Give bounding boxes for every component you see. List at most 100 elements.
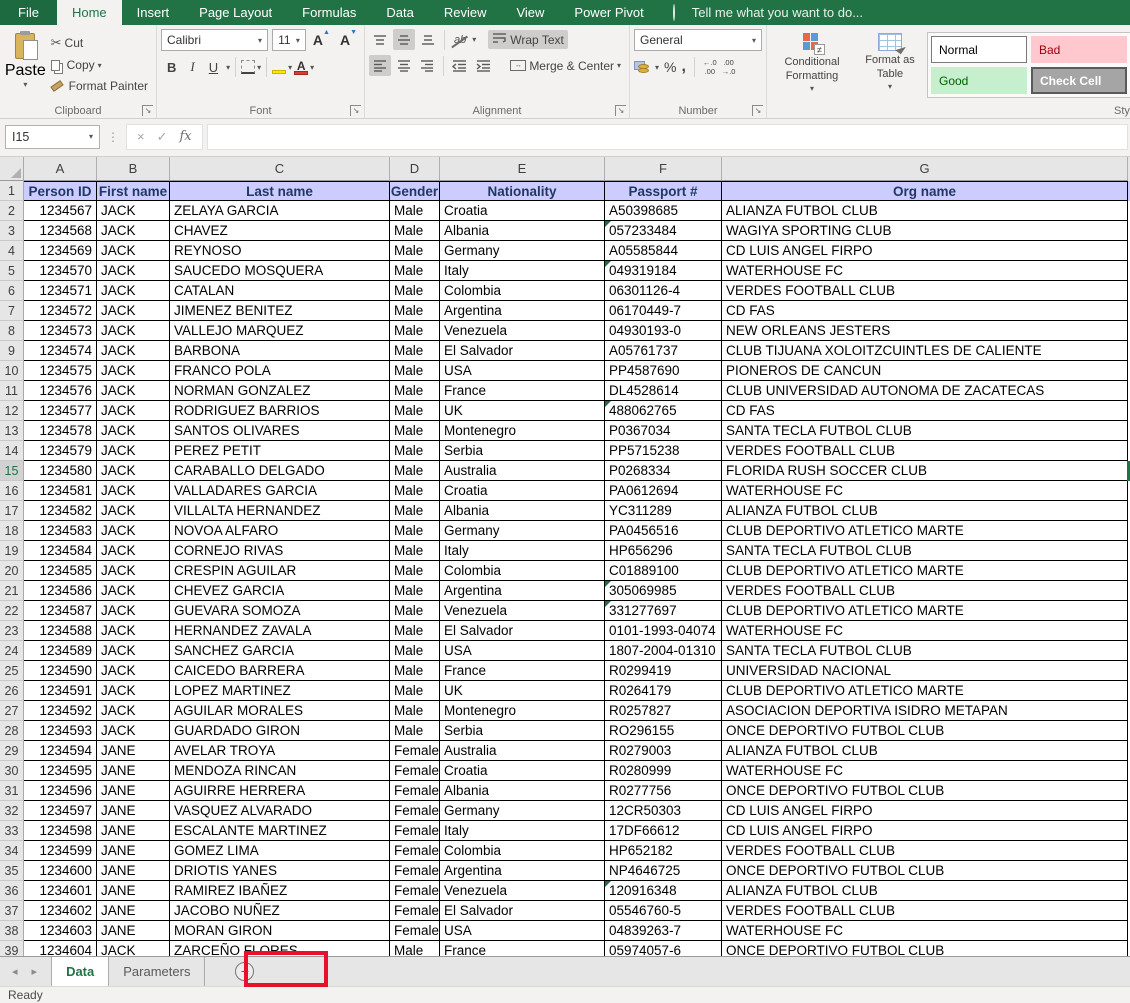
cell-A12[interactable]: 1234577 [24, 401, 97, 421]
cell-A13[interactable]: 1234578 [24, 421, 97, 441]
cell-E19[interactable]: Italy [440, 541, 605, 561]
cell-B3[interactable]: JACK [97, 221, 170, 241]
cell-C8[interactable]: VALLEJO MARQUEZ [170, 321, 390, 341]
cell-D33[interactable]: Female [390, 821, 440, 841]
cell-B22[interactable]: JACK [97, 601, 170, 621]
cell-G13[interactable]: SANTA TECLA FUTBOL CLUB [722, 421, 1128, 441]
cell-D18[interactable]: Male [390, 521, 440, 541]
cell-A32[interactable]: 1234597 [24, 801, 97, 821]
cell-G30[interactable]: WATERHOUSE FC [722, 761, 1128, 781]
increase-font-size-button[interactable]: A▲ [310, 32, 333, 48]
cell-F13[interactable]: P0367034 [605, 421, 722, 441]
cell-C1[interactable]: Last name [170, 181, 390, 201]
cell-B17[interactable]: JACK [97, 501, 170, 521]
ribbon-tab-insert[interactable]: Insert [122, 0, 185, 25]
cell-F27[interactable]: R0257827 [605, 701, 722, 721]
cell-C30[interactable]: MENDOZA RINCAN [170, 761, 390, 781]
cell-A9[interactable]: 1234574 [24, 341, 97, 361]
cell-C4[interactable]: REYNOSO [170, 241, 390, 261]
cell-C10[interactable]: FRANCO POLA [170, 361, 390, 381]
cell-D1[interactable]: Gender [390, 181, 440, 201]
cell-C38[interactable]: MORAN GIRON [170, 921, 390, 941]
cell-E8[interactable]: Venezuela [440, 321, 605, 341]
insert-function-icon[interactable]: fx [180, 129, 192, 144]
cell-G6[interactable]: VERDES FOOTBALL CLUB [722, 281, 1128, 301]
cell-E13[interactable]: Montenegro [440, 421, 605, 441]
cell-E31[interactable]: Albania [440, 781, 605, 801]
ribbon-tab-power-pivot[interactable]: Power Pivot [559, 0, 658, 25]
cell-G12[interactable]: CD FAS [722, 401, 1128, 421]
cell-F19[interactable]: HP656296 [605, 541, 722, 561]
cell-A19[interactable]: 1234584 [24, 541, 97, 561]
cell-B30[interactable]: JANE [97, 761, 170, 781]
cell-F6[interactable]: 06301126-4 [605, 281, 722, 301]
cell-D35[interactable]: Female [390, 861, 440, 881]
copy-button[interactable]: Copy ▾ [47, 56, 152, 74]
cell-C25[interactable]: CAICEDO BARRERA [170, 661, 390, 681]
cell-G8[interactable]: NEW ORLEANS JESTERS [722, 321, 1128, 341]
cell-G10[interactable]: PIONEROS DE CANCUN [722, 361, 1128, 381]
cell-G33[interactable]: CD LUIS ANGEL FIRPO [722, 821, 1128, 841]
row-header-30[interactable]: 30 [0, 761, 24, 781]
cell-B24[interactable]: JACK [97, 641, 170, 661]
font-name-combo[interactable]: Calibri ▾ [161, 29, 268, 51]
borders-button[interactable] [241, 60, 255, 74]
cut-button[interactable]: ✂ Cut [47, 33, 152, 53]
cell-E25[interactable]: France [440, 661, 605, 681]
cell-G26[interactable]: CLUB DEPORTIVO ATLETICO MARTE [722, 681, 1128, 701]
cell-C24[interactable]: SANCHEZ GARCIA [170, 641, 390, 661]
cell-A25[interactable]: 1234590 [24, 661, 97, 681]
cell-E37[interactable]: El Salvador [440, 901, 605, 921]
row-header-17[interactable]: 17 [0, 501, 24, 521]
cell-D15[interactable]: Male [390, 461, 440, 481]
sheet-tab-parameters[interactable]: Parameters [109, 957, 205, 986]
row-header-39[interactable]: 39 [0, 941, 24, 956]
sheet-nav-right-icon[interactable]: ▸ [32, 965, 38, 978]
cell-E17[interactable]: Albania [440, 501, 605, 521]
cell-D14[interactable]: Male [390, 441, 440, 461]
cell-B2[interactable]: JACK [97, 201, 170, 221]
cell-A14[interactable]: 1234579 [24, 441, 97, 461]
cell-A35[interactable]: 1234600 [24, 861, 97, 881]
cell-G1[interactable]: Org name [722, 181, 1128, 201]
cell-G4[interactable]: CD LUIS ANGEL FIRPO [722, 241, 1128, 261]
borders-dropdown-icon[interactable]: ▾ [257, 63, 261, 72]
cell-A27[interactable]: 1234592 [24, 701, 97, 721]
cell-D34[interactable]: Female [390, 841, 440, 861]
percent-style-button[interactable]: % [664, 59, 676, 75]
cell-G25[interactable]: UNIVERSIDAD NACIONAL [722, 661, 1128, 681]
cell-B4[interactable]: JACK [97, 241, 170, 261]
cell-C6[interactable]: CATALAN [170, 281, 390, 301]
conditional-formatting-button[interactable]: ≠ Conditional Formatting ▾ [771, 29, 853, 102]
format-painter-button[interactable]: Format Painter [47, 77, 152, 95]
cell-F7[interactable]: 06170449-7 [605, 301, 722, 321]
row-header-18[interactable]: 18 [0, 521, 24, 541]
align-left-icon[interactable] [369, 55, 391, 76]
row-header-36[interactable]: 36 [0, 881, 24, 901]
style-good[interactable]: Good [931, 67, 1027, 94]
cell-A2[interactable]: 1234567 [24, 201, 97, 221]
fill-color-dropdown-icon[interactable]: ▾ [288, 63, 292, 72]
cell-B13[interactable]: JACK [97, 421, 170, 441]
cell-E35[interactable]: Argentina [440, 861, 605, 881]
cell-B35[interactable]: JANE [97, 861, 170, 881]
cell-E9[interactable]: El Salvador [440, 341, 605, 361]
cell-F25[interactable]: R0299419 [605, 661, 722, 681]
font-color-button[interactable]: A [294, 59, 308, 75]
cell-D9[interactable]: Male [390, 341, 440, 361]
cell-A1[interactable]: Person ID [24, 181, 97, 201]
cell-B27[interactable]: JACK [97, 701, 170, 721]
cell-D24[interactable]: Male [390, 641, 440, 661]
cell-B38[interactable]: JANE [97, 921, 170, 941]
cell-F18[interactable]: PA0456516 [605, 521, 722, 541]
cell-C9[interactable]: BARBONA [170, 341, 390, 361]
cell-B33[interactable]: JANE [97, 821, 170, 841]
cell-B36[interactable]: JANE [97, 881, 170, 901]
cell-G34[interactable]: VERDES FOOTBALL CLUB [722, 841, 1128, 861]
cell-B34[interactable]: JANE [97, 841, 170, 861]
cell-B19[interactable]: JACK [97, 541, 170, 561]
clipboard-dialog-launcher-icon[interactable]: ↘ [142, 105, 153, 116]
row-header-1[interactable]: 1 [0, 181, 24, 201]
cell-F28[interactable]: RO296155 [605, 721, 722, 741]
cell-B32[interactable]: JANE [97, 801, 170, 821]
